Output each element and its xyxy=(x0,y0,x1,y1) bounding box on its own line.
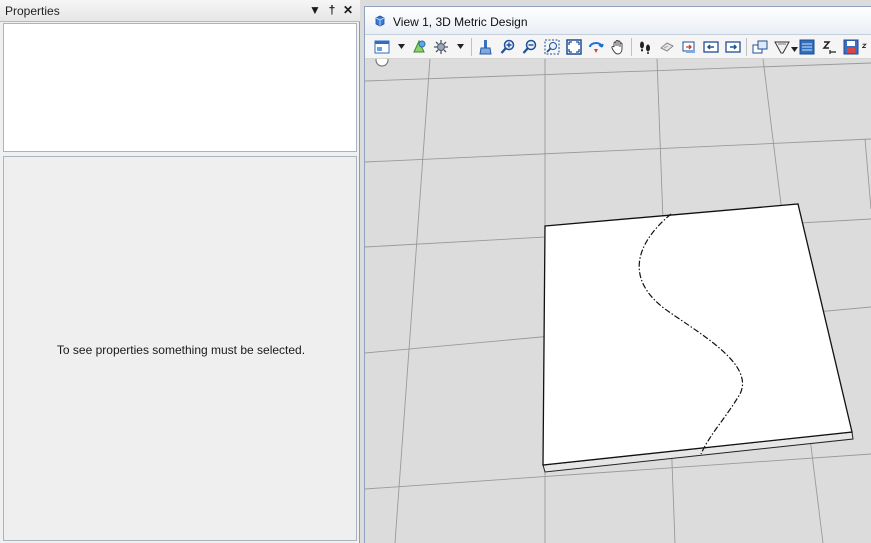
walk-button[interactable] xyxy=(636,38,654,56)
pan-hand-icon xyxy=(611,40,623,55)
update-view-button[interactable] xyxy=(477,38,495,56)
camera-icon xyxy=(774,41,790,54)
properties-title: Properties xyxy=(5,4,60,18)
chevron-down-icon[interactable] xyxy=(791,47,798,53)
arrow-right-icon xyxy=(725,41,741,53)
view-previous-icon xyxy=(660,42,674,52)
close-icon[interactable]: ✕ xyxy=(341,3,355,17)
properties-title-bar: Properties ▼ † ✕ xyxy=(0,0,360,22)
copy-view-button[interactable] xyxy=(702,38,720,56)
view-previous-button[interactable] xyxy=(658,38,676,56)
footprints-icon xyxy=(640,41,650,54)
save-icon xyxy=(843,39,859,55)
clip-volume-icon xyxy=(752,40,768,54)
zoom-out-icon xyxy=(522,39,537,54)
view-cube-icon xyxy=(375,15,385,27)
view-window: View 1, 3D Metric Design xyxy=(364,6,871,543)
more-icon xyxy=(862,43,867,48)
view-attributes-icon xyxy=(374,40,390,54)
properties-selection-list[interactable] xyxy=(3,23,357,152)
toolbar-separator xyxy=(631,38,632,56)
display-style-icon xyxy=(413,39,426,53)
origin-marker xyxy=(375,59,389,67)
lighting-icon xyxy=(434,40,448,54)
toolbar-separator xyxy=(746,38,747,56)
arrow-left-icon xyxy=(703,41,719,53)
chevron-down-icon[interactable] xyxy=(398,44,405,50)
rotate-view-icon xyxy=(589,42,604,53)
zoom-in-icon xyxy=(500,39,515,54)
update-view-icon xyxy=(479,40,492,55)
view-toolbar xyxy=(365,35,871,59)
view-next-icon xyxy=(682,41,695,53)
rotate-view-button[interactable] xyxy=(587,38,605,56)
pan-view-button[interactable] xyxy=(609,38,627,56)
slab-element[interactable] xyxy=(542,203,854,473)
view-next-button[interactable] xyxy=(680,38,698,56)
panel-menu-dropdown-icon[interactable]: ▼ xyxy=(308,3,322,17)
zoom-out-button[interactable] xyxy=(521,38,539,56)
next-view-button[interactable] xyxy=(724,38,742,56)
camera-button[interactable] xyxy=(773,38,791,56)
display-style-button[interactable] xyxy=(410,38,428,56)
view-title: View 1, 3D Metric Design xyxy=(393,15,528,29)
render-icon xyxy=(799,39,815,55)
save-view-button[interactable] xyxy=(842,38,860,56)
more-button[interactable] xyxy=(862,38,871,56)
properties-details-area: To see properties something must be sele… xyxy=(3,156,357,541)
view-title-bar: View 1, 3D Metric Design xyxy=(365,7,871,35)
properties-panel: Properties ▼ † ✕ To see properties somet… xyxy=(0,0,360,543)
fit-view-icon xyxy=(566,39,582,55)
view-attributes-button[interactable] xyxy=(373,38,391,56)
toolbar-separator xyxy=(471,38,472,56)
window-area-button[interactable] xyxy=(543,38,561,56)
pin-icon[interactable]: † xyxy=(325,3,339,17)
z-axis-icon xyxy=(822,41,836,54)
window-area-icon xyxy=(544,39,560,55)
view-canvas[interactable] xyxy=(365,59,871,543)
properties-empty-message: To see properties something must be sele… xyxy=(56,343,306,357)
zoom-in-button[interactable] xyxy=(499,38,517,56)
lighting-button[interactable] xyxy=(432,38,450,56)
chevron-down-icon[interactable] xyxy=(457,44,464,50)
clip-volume-button[interactable] xyxy=(751,38,769,56)
z-order-button[interactable] xyxy=(820,38,838,56)
render-button[interactable] xyxy=(798,38,816,56)
fit-view-button[interactable] xyxy=(565,38,583,56)
